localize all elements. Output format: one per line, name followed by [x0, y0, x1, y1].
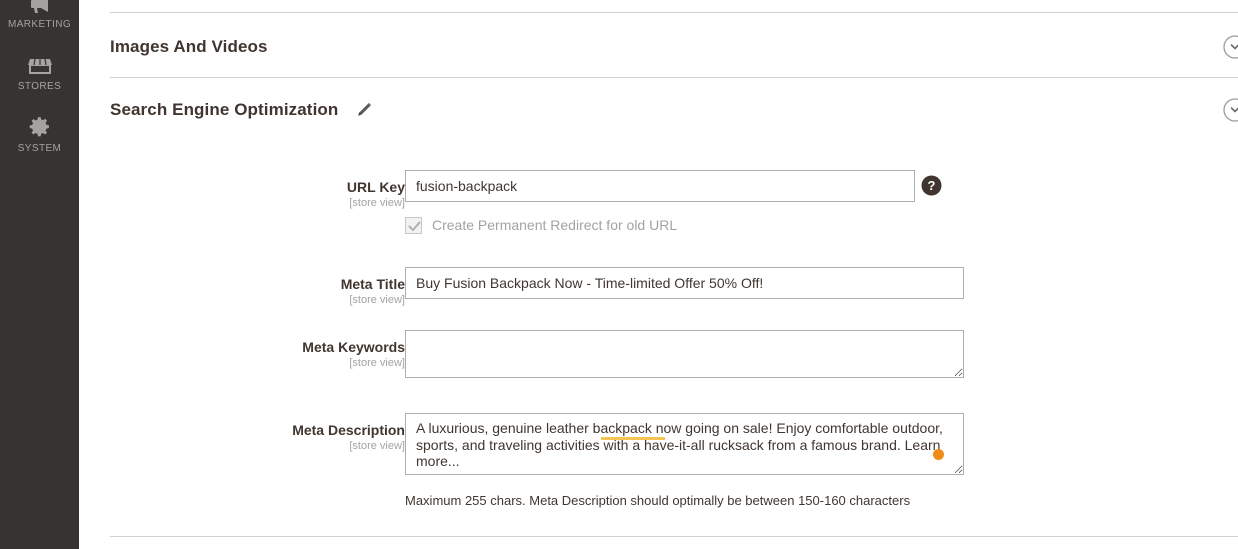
question-mark-icon[interactable]: ? [921, 175, 942, 196]
sidebar-item-marketing[interactable]: MARKETING [0, 0, 79, 30]
chevron-circle-icon[interactable] [1222, 97, 1238, 123]
section-title: Images And Videos [110, 37, 268, 56]
meta-description-textarea[interactable] [405, 413, 964, 475]
field-label: Meta Keywords [302, 339, 405, 355]
field-scope: [store view] [349, 440, 405, 452]
field-label: Meta Description [292, 422, 405, 438]
url-key-input[interactable] [405, 170, 915, 202]
admin-sidebar: MARKETING STORES SYSTEM [0, 0, 79, 549]
sidebar-item-system[interactable]: SYSTEM [0, 114, 79, 154]
chevron-circle-icon[interactable] [1222, 34, 1238, 60]
field-label: URL Key [346, 179, 405, 195]
gear-icon [0, 114, 79, 140]
sidebar-item-label: MARKETING [7, 19, 72, 30]
megaphone-icon [0, 0, 79, 16]
main-content: Images And Videos Search Engine Optimiza… [79, 0, 1238, 549]
field-scope: [store view] [349, 197, 405, 209]
divider [110, 536, 1238, 537]
storefront-icon [0, 52, 79, 78]
create-redirect-label: Create Permanent Redirect for old URL [432, 217, 678, 233]
field-scope: [store view] [349, 357, 405, 369]
meta-title-input[interactable] [405, 267, 964, 299]
svg-text:?: ? [928, 178, 936, 193]
meta-description-note: Maximum 255 chars. Meta Description shou… [405, 493, 911, 508]
sidebar-item-label: SYSTEM [17, 143, 62, 154]
field-scope: [store view] [349, 294, 405, 306]
product-edit-page: MARKETING STORES SYSTEM Images And Video… [0, 0, 1238, 549]
section-header-search-engine-optimization[interactable]: Search Engine Optimization [110, 95, 374, 125]
divider [110, 12, 1238, 13]
divider [110, 77, 1238, 78]
section-header-images-and-videos[interactable]: Images And Videos [110, 32, 268, 62]
create-redirect-checkbox[interactable] [405, 217, 422, 234]
meta-keywords-textarea[interactable] [405, 330, 964, 378]
sidebar-item-stores[interactable]: STORES [0, 52, 79, 92]
sidebar-item-label: STORES [17, 81, 62, 92]
field-label: Meta Title [340, 276, 405, 292]
section-title: Search Engine Optimization [110, 100, 339, 119]
pencil-icon[interactable] [354, 100, 374, 120]
